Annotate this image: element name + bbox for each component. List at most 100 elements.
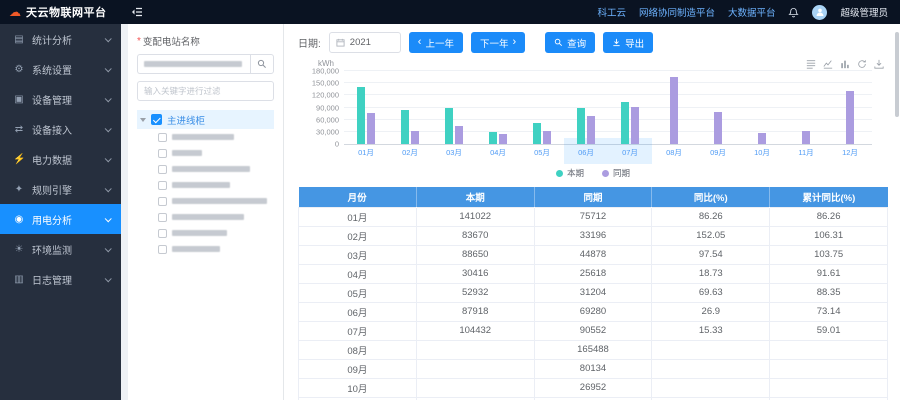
topbar-link-3[interactable]: 大数据平台 (728, 5, 776, 19)
sidebar-item-device-manage[interactable]: ▣设备管理 (0, 84, 121, 114)
data-view-icon[interactable] (806, 59, 816, 69)
station-tree-children (137, 129, 274, 257)
caret-down-icon[interactable] (140, 118, 146, 122)
chevron-down-icon (105, 155, 112, 162)
sidebar-item-power-data[interactable]: ⚡电力数据 (0, 144, 121, 174)
table-cell: 97.54 (652, 245, 770, 264)
table-cell: 06月 (299, 302, 417, 321)
checkbox-icon[interactable] (158, 133, 167, 142)
sidebar-item-stats[interactable]: ▤统计分析 (0, 24, 121, 54)
table-cell: 69.63 (652, 283, 770, 302)
tree-item-redacted-4[interactable] (137, 177, 274, 193)
device-manage-icon: ▣ (13, 94, 25, 105)
topbar-right: 科工云网络协同制造平台大数据平台 超级管理员 (597, 5, 900, 20)
bar-group-02月 (388, 71, 432, 144)
chevron-down-icon (105, 125, 112, 132)
bar-group-01月 (344, 71, 388, 144)
scrollbar[interactable] (895, 32, 899, 117)
table-header-cell: 累计同比(%) (770, 187, 888, 207)
checked-checkbox-icon[interactable] (151, 114, 162, 125)
tree-item-redacted-1[interactable] (137, 129, 274, 145)
tree-root-item[interactable]: 主进线柜 (137, 110, 274, 129)
bar-chart-icon[interactable] (840, 59, 850, 69)
table-cell: 26.9 (652, 302, 770, 321)
save-image-icon[interactable] (874, 59, 884, 69)
table-cell: 07月 (299, 321, 417, 340)
sidebar-item-logs[interactable]: ▥日志管理 (0, 264, 121, 294)
redacted-label (172, 134, 234, 140)
checkbox-icon[interactable] (158, 165, 167, 174)
table-header-row: 月份本期同期同比(%)累计同比(%) (299, 187, 888, 207)
topbar-link-1[interactable]: 科工云 (597, 5, 626, 19)
table-cell (416, 359, 534, 378)
tree-item-redacted-5[interactable] (137, 193, 274, 209)
table-cell: 141022 (416, 207, 534, 226)
query-button[interactable]: 查询 (545, 32, 595, 53)
sidebar-item-device-access[interactable]: ⇄设备接入 (0, 114, 121, 144)
avatar[interactable] (812, 5, 827, 20)
next-year-button[interactable]: 下一年› (471, 32, 525, 53)
table-cell: 73.14 (770, 302, 888, 321)
sidebar-item-rule-engine[interactable]: ✦规则引擎 (0, 174, 121, 204)
tree-item-redacted-7[interactable] (137, 225, 274, 241)
tree-item-redacted-8[interactable] (137, 241, 274, 257)
bell-icon[interactable] (788, 7, 799, 18)
table-header-cell: 同期 (534, 187, 652, 207)
table-cell: 44878 (534, 245, 652, 264)
tree-item-redacted-3[interactable] (137, 161, 274, 177)
table-cell (770, 378, 888, 397)
sidebar-gutter (121, 24, 128, 400)
bar-group-11月 (784, 71, 828, 144)
table-cell: 88.35 (770, 283, 888, 302)
prev-year-button[interactable]: ‹上一年 (409, 32, 463, 53)
legend-item-本期[interactable]: 本期 (556, 167, 584, 179)
table-cell: 59.01 (770, 321, 888, 340)
bar-同期-11月 (802, 131, 810, 144)
restore-icon[interactable] (857, 59, 867, 69)
table-cell: 90552 (534, 321, 652, 340)
sidebar-item-electricity-analysis[interactable]: ◉用电分析 (0, 204, 121, 234)
table-row: 04月304162561818.7391.61 (299, 264, 888, 283)
x-tick-label: 04月 (476, 147, 520, 158)
sidebar-item-environment[interactable]: ☀环境监测 (0, 234, 121, 264)
legend-item-同期[interactable]: 同期 (602, 167, 630, 179)
table-cell: 83670 (416, 226, 534, 245)
sidebar-item-label: 环境监测 (32, 242, 72, 257)
table-cell: 103.75 (770, 245, 888, 264)
table-cell: 80134 (534, 359, 652, 378)
date-label: 日期: (298, 35, 321, 50)
bar-同期-12月 (846, 91, 854, 144)
table-header-cell: 月份 (299, 187, 417, 207)
y-tick-label: 150,000 (312, 79, 339, 88)
sidebar-item-settings[interactable]: ⚙ 系统设置 (0, 54, 121, 84)
checkbox-icon[interactable] (158, 149, 167, 158)
bar-group-09月 (696, 71, 740, 144)
line-chart-icon[interactable] (823, 59, 833, 69)
chevron-down-icon (105, 35, 112, 42)
table-cell: 152.05 (652, 226, 770, 245)
tree-item-redacted-2[interactable] (137, 145, 274, 161)
table-header-cell: 本期 (416, 187, 534, 207)
export-button[interactable]: 导出 (603, 32, 653, 53)
topbar-link-2[interactable]: 网络协同制造平台 (639, 5, 715, 19)
sidebar-item-label: 统计分析 (32, 32, 72, 47)
checkbox-icon[interactable] (158, 197, 167, 206)
y-tick-label: 180,000 (312, 67, 339, 76)
station-name-input[interactable] (137, 54, 250, 74)
checkbox-icon[interactable] (158, 229, 167, 238)
date-picker[interactable]: 2021 (329, 32, 401, 53)
chevron-down-icon (105, 65, 112, 72)
sidebar-item-label: 系统设置 (32, 62, 72, 77)
station-search-button[interactable] (250, 54, 274, 74)
sidebar-fold-icon[interactable] (131, 6, 143, 18)
checkbox-icon[interactable] (158, 213, 167, 222)
checkbox-icon[interactable] (158, 181, 167, 190)
table-cell (770, 359, 888, 378)
tree-item-redacted-6[interactable] (137, 209, 274, 225)
x-tick-label: 02月 (388, 147, 432, 158)
settings-icon: ⚙ (13, 64, 25, 75)
current-user[interactable]: 超级管理员 (840, 5, 888, 19)
sidebar-item-label: 用电分析 (32, 212, 72, 227)
checkbox-icon[interactable] (158, 245, 167, 254)
tree-filter-input[interactable] (137, 81, 274, 101)
